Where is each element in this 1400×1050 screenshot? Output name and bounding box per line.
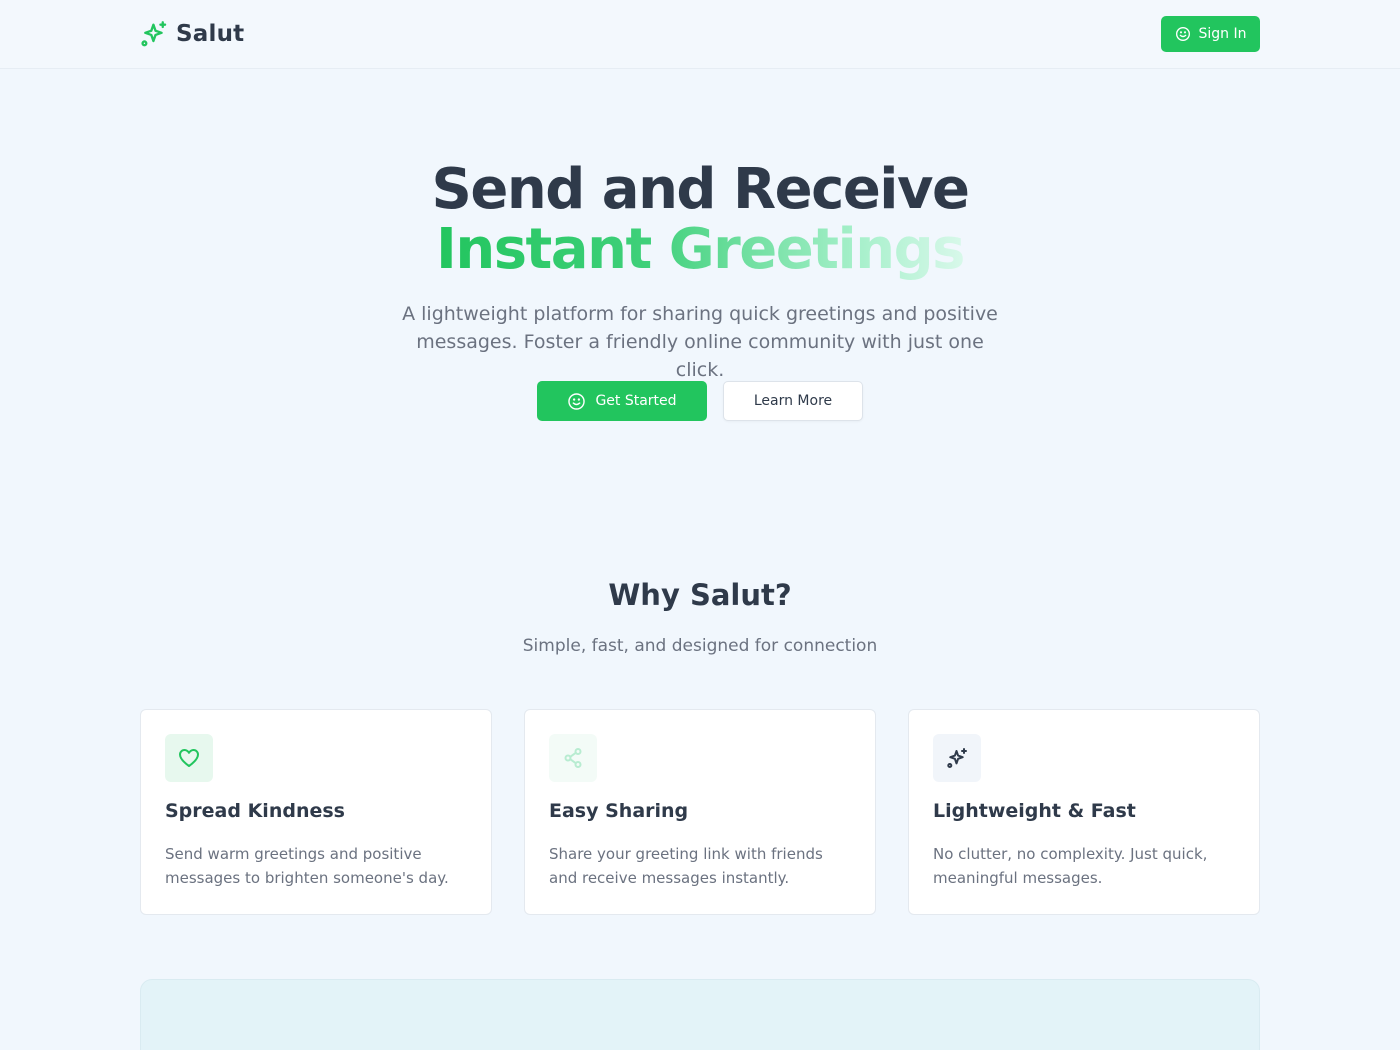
share-icon — [564, 748, 582, 768]
share-icon-container — [549, 734, 597, 782]
section-title: Why Salut? — [608, 578, 792, 612]
heart-icon — [179, 749, 199, 767]
hero-title: Send and Receive Instant Greetings — [0, 160, 1400, 286]
feature-card-spread-kindness: Spread Kindness Send warm greetings and … — [140, 709, 492, 915]
card-title: Spread Kindness — [165, 800, 345, 822]
brand-logo[interactable]: Salut — [140, 18, 244, 50]
card-text: Send warm greetings and positive message… — [165, 845, 449, 887]
get-started-label: Get Started — [595, 393, 677, 409]
card-title: Lightweight & Fast — [933, 800, 1136, 822]
hero-subtitle: A lightweight platform for sharing quick… — [402, 303, 998, 381]
card-text: Share your greeting link with friends an… — [549, 845, 823, 887]
get-started-button[interactable]: Get Started — [537, 381, 707, 421]
card-title: Easy Sharing — [549, 800, 689, 822]
section-subtitle: Simple, fast, and designed for connectio… — [522, 636, 878, 656]
feature-card-lightweight-fast: Lightweight & Fast No clutter, no comple… — [908, 709, 1260, 915]
sign-in-button[interactable]: Sign In — [1161, 16, 1260, 52]
feature-card-easy-sharing: Easy Sharing Share your greeting link wi… — [524, 709, 876, 915]
smile-icon — [1175, 27, 1190, 41]
card-text: No clutter, no complexity. Just quick, m… — [933, 845, 1208, 887]
smile-icon — [568, 392, 586, 410]
hero-title-line1: Send and Receive — [431, 157, 970, 222]
brand-name: Salut — [176, 21, 245, 47]
sign-in-label: Sign In — [1198, 26, 1247, 42]
hero-title-line2: Instant Greetings — [436, 220, 966, 286]
sparkles-icon — [947, 748, 967, 768]
sparkles-icon — [141, 21, 167, 47]
learn-more-label: Learn More — [753, 393, 833, 409]
top-nav: Salut Sign In — [0, 0, 1400, 69]
cta-panel — [140, 979, 1260, 1050]
learn-more-button[interactable]: Learn More — [723, 381, 863, 421]
page: Salut Sign In Send and Receive Instant G… — [0, 0, 1400, 1050]
sparkles-icon-container — [933, 734, 981, 782]
heart-icon-container — [165, 734, 213, 782]
